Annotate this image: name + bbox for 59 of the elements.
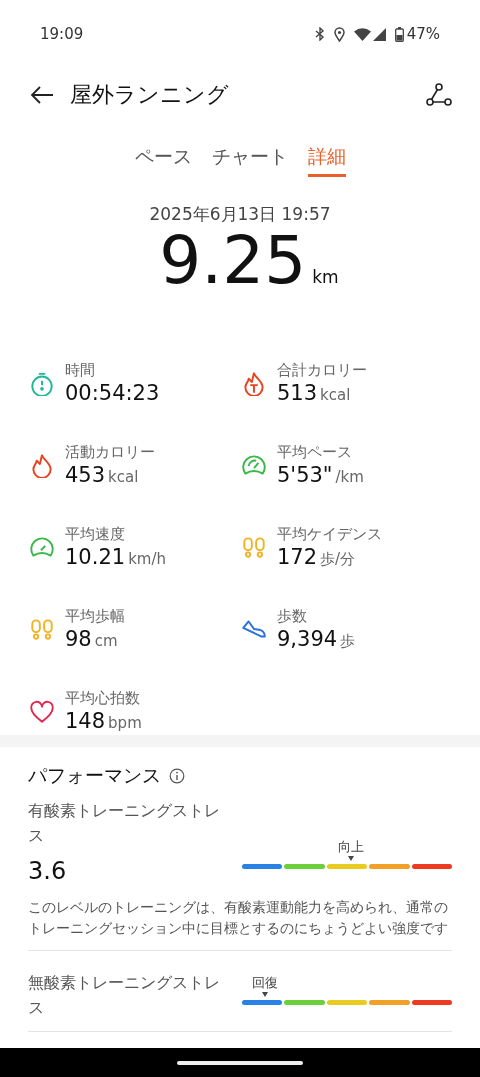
marker-pointer-icon	[262, 991, 269, 997]
stress-label: 無酸素トレーニングストレス	[28, 971, 221, 1019]
metric-label: 平均心拍数	[65, 689, 141, 708]
footprints-icon	[240, 534, 268, 560]
metric-unit: /km	[335, 468, 364, 486]
metric-unit: 歩	[340, 632, 356, 651]
marker-label: 向上	[338, 837, 365, 856]
metric-label: 合計カロリー	[277, 361, 367, 380]
metric-label: 時間	[65, 361, 96, 380]
marker-label: 回復	[252, 973, 279, 992]
home-indicator[interactable]	[177, 1060, 303, 1065]
signal-icon	[372, 27, 386, 41]
metric-value: 98	[65, 627, 92, 651]
stress-value: 3.6	[28, 856, 68, 885]
section-title: パフォーマンス	[28, 763, 161, 788]
metric-value: 10.21	[65, 545, 126, 569]
metric-value: 5'53"	[277, 463, 333, 487]
metric-value: 9,394	[277, 627, 338, 651]
metric-unit: kcal	[108, 468, 139, 486]
location-icon	[333, 26, 345, 42]
status-time: 19:09	[40, 25, 84, 43]
metric-unit: bpm	[108, 714, 142, 732]
metric-value: 148	[65, 709, 106, 733]
wifi-icon	[353, 27, 371, 41]
marker-pointer-icon	[348, 855, 355, 861]
metric-value: 172	[277, 545, 318, 569]
stopwatch-icon	[28, 370, 56, 396]
distance-value: 9.25	[159, 228, 307, 294]
footprints-icon	[28, 616, 56, 642]
metric-value: 453	[65, 463, 106, 487]
metric-label: 歩数	[277, 607, 308, 626]
battery-percent: 47%	[406, 25, 440, 43]
metric-label: 平均速度	[65, 525, 126, 544]
metric-label: 活動カロリー	[65, 443, 155, 462]
route-icon[interactable]	[426, 83, 452, 107]
battery-icon	[394, 26, 404, 42]
tab[interactable]: 詳細	[307, 144, 346, 177]
speedometer-icon	[240, 452, 268, 478]
metric-label: 平均ケイデンス	[277, 525, 382, 544]
distance-unit: km	[312, 267, 339, 287]
speedometer-icon	[28, 534, 56, 560]
info-icon[interactable]	[169, 768, 185, 784]
metric-label: 平均歩幅	[65, 607, 125, 626]
tab[interactable]: ペース	[134, 144, 192, 177]
metric-unit: cm	[94, 632, 118, 650]
heart-icon	[28, 698, 56, 724]
bluetooth-icon	[314, 27, 325, 41]
page-title: 屋外ランニング	[70, 81, 230, 109]
metric-unit: 歩/分	[320, 550, 356, 569]
metric-unit: kcal	[320, 386, 351, 404]
metric-value: 00:54:23	[65, 381, 160, 405]
tab[interactable]: チャート	[211, 144, 288, 177]
back-arrow-icon[interactable]	[30, 85, 54, 105]
stress-label: 有酸素トレーニングストレス	[28, 800, 221, 847]
metric-unit: km/h	[128, 550, 166, 568]
workout-date: 2025年6月13日 19:57	[149, 203, 331, 226]
metric-value: 513	[277, 381, 318, 405]
stress-description: このレベルのトレーニングは、有酸素運動能力を高められ、通常のトレーニングセッション中に目標とするのにちょうどよい強度です	[28, 897, 449, 939]
metric-label: 平均ペース	[277, 443, 353, 462]
